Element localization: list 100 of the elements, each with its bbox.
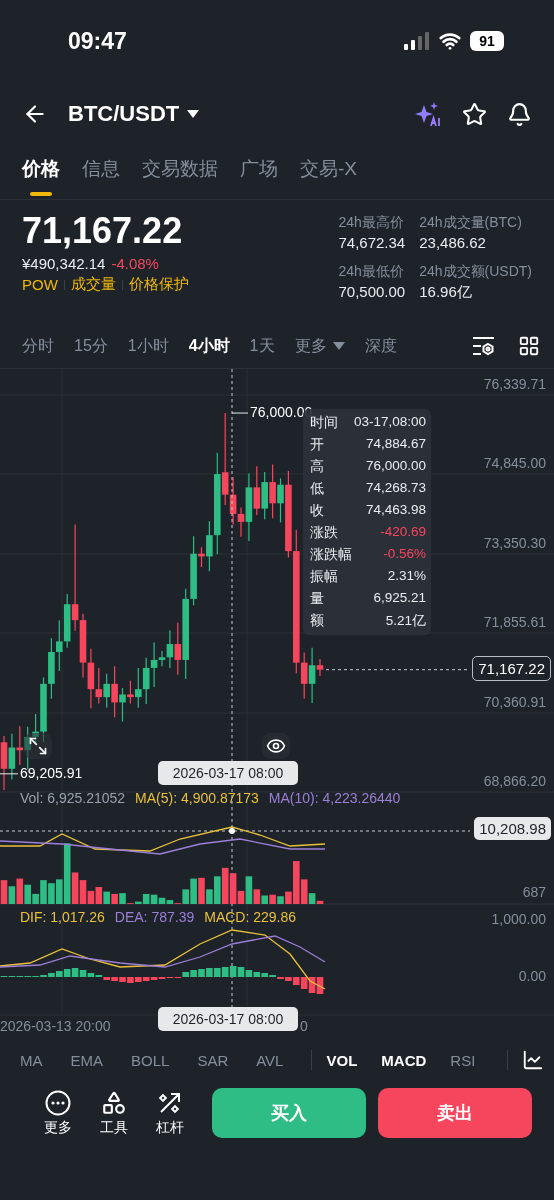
indicator-tab[interactable]: BOLL	[131, 1051, 170, 1069]
axis-label: 0	[300, 1018, 308, 1034]
indicator-tab[interactable]: SAR	[197, 1051, 229, 1069]
tooltip-label: 涨跌幅	[310, 546, 352, 564]
low-price-label: 69,205.91	[20, 764, 83, 781]
tooltip-label: 时间	[310, 415, 338, 432]
tooltip-label: 量	[310, 590, 324, 608]
indicator-tab[interactable]: RSI	[450, 1051, 476, 1069]
tab[interactable]: 信息	[82, 144, 120, 199]
tooltip-label: 额	[310, 612, 324, 630]
interval-tab[interactable]: 15分	[74, 335, 108, 357]
last-price: 71,167.22	[22, 210, 184, 252]
eye-icon	[266, 736, 286, 756]
stat-label: 24h最高价	[338, 214, 405, 232]
stat-value: 70,500.00	[338, 283, 406, 300]
axis-label: 1,000.00	[491, 911, 546, 927]
tab[interactable]: 交易数据	[142, 144, 218, 199]
stat-label: 24h成交额(USDT)	[419, 263, 532, 281]
stat-label: 24h成交量(BTC)	[419, 214, 523, 232]
stat-label: 24h最低价	[338, 263, 405, 281]
indicator-tab[interactable]: EMA	[70, 1051, 103, 1069]
leader-line	[0, 773, 19, 775]
leader-line	[231, 412, 249, 414]
market-tag[interactable]: 成交量	[70, 275, 116, 294]
caret-icon	[187, 110, 200, 118]
legend-text: DIF: 1,017.26	[20, 909, 105, 925]
tooltip-value: 2.31%	[387, 568, 426, 585]
grid-icon[interactable]	[518, 335, 540, 357]
tooltip-value: 74,268.73	[365, 480, 426, 497]
axis-label: 74,845.00	[483, 455, 546, 471]
price-change: -4.08%	[111, 255, 159, 272]
status-time: 09:47	[68, 27, 127, 55]
more-icon	[45, 1089, 71, 1116]
interval-tab[interactable]: 1小时	[127, 335, 169, 357]
legend-text: MACD: 229.86	[204, 909, 297, 925]
indicator-tab[interactable]: MA	[20, 1051, 43, 1069]
tab[interactable]: 价格	[22, 144, 60, 199]
legend-text: MA(5): 4,900.87173	[135, 790, 259, 806]
action-button[interactable]: 更多	[30, 1089, 86, 1137]
axis-label: 687	[522, 884, 546, 900]
tooltip-label: 低	[310, 480, 324, 498]
axis-label: 68,866.20	[483, 773, 546, 789]
axis-label: 0.00	[518, 968, 546, 984]
bell-icon[interactable]	[507, 101, 532, 127]
wifi-icon	[439, 30, 461, 52]
tooltip-label: 开	[310, 436, 324, 454]
indicator-tab[interactable]: AVL	[256, 1051, 284, 1069]
crosshair-time: 2026-03-17 08:00	[158, 761, 298, 785]
legend-text: Vol: 6,925.21052	[20, 790, 126, 806]
axis-label: 2026-03-13 20:00	[0, 1018, 111, 1034]
axis-label: 70,360.91	[483, 694, 546, 710]
tooltip-label: 振幅	[310, 568, 338, 586]
interval-tab[interactable]: 4小时	[188, 335, 230, 357]
interval-tab[interactable]: 1天	[249, 335, 275, 357]
chart-settings-icon[interactable]	[472, 335, 496, 357]
tab[interactable]: 交易-X	[300, 144, 357, 199]
stat-value: 23,486.62	[419, 234, 487, 251]
legend-text: DEA: 787.39	[114, 909, 195, 925]
tooltip-value: 5.21亿	[385, 612, 426, 630]
tooltip-value: 74,884.67	[365, 436, 426, 453]
legend-text: MA(10): 4,223.26440	[268, 790, 401, 806]
crosshair-dot	[229, 828, 235, 834]
tab[interactable]: 广场	[240, 144, 278, 199]
axis-label: 76,339.71	[483, 376, 546, 392]
indicator-tab[interactable]: MACD	[381, 1051, 427, 1069]
caret-icon	[332, 342, 345, 350]
tooltip-value: 03-17,08:00	[353, 414, 426, 431]
last-price-tag: 71,167.22	[472, 655, 551, 681]
market-tag[interactable]: 价格保护	[128, 275, 189, 294]
star-icon[interactable]	[462, 101, 487, 127]
expand-icon	[28, 736, 48, 756]
axis-label: 71,855.61	[483, 614, 546, 630]
stat-value: 16.96亿	[419, 283, 473, 302]
expand-button[interactable]	[24, 733, 52, 759]
sell-button[interactable]: 卖出	[378, 1088, 532, 1138]
tooltip-value: 74,463.98	[365, 502, 426, 519]
shapes-icon	[101, 1089, 127, 1116]
crosshair-value-tag: 10,208.98	[474, 817, 551, 840]
tooltip-value: 76,000.00	[365, 458, 426, 475]
interval-tab[interactable]: 深度	[364, 335, 397, 357]
tooltip-label: 高	[310, 458, 324, 476]
market-tag[interactable]: POW	[22, 276, 58, 293]
interval-tab[interactable]: 分时	[22, 335, 54, 357]
battery-level: 91	[470, 31, 504, 51]
eye-button[interactable]	[262, 733, 290, 759]
pair-selector[interactable]: BTC/USDT	[68, 101, 394, 127]
axis-label: 73,350.30	[483, 535, 546, 551]
ai-sparkle-icon[interactable]	[414, 101, 442, 127]
stat-value: 74,672.34	[338, 234, 406, 251]
signal-icon	[404, 32, 430, 50]
indicator-tab[interactable]: VOL	[326, 1051, 358, 1069]
interval-tab[interactable]: 更多	[294, 335, 345, 357]
tooltip-value: -0.56%	[383, 546, 426, 563]
crosshair-time: 2026-03-17 08:00	[158, 1007, 298, 1031]
tooltip-label: 收	[310, 502, 324, 520]
tooltip-label: 涨跌	[310, 524, 338, 542]
tooltip-value: -420.69	[380, 524, 426, 541]
indicator-chart-icon[interactable]	[522, 1049, 544, 1071]
action-button[interactable]: 工具	[86, 1089, 142, 1137]
action-button[interactable]: 杠杆	[142, 1089, 198, 1137]
